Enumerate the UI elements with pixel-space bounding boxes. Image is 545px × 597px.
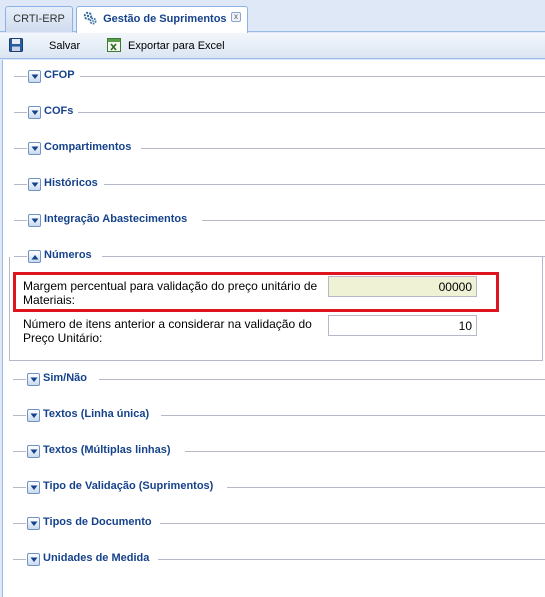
- gear-icon: [83, 10, 97, 25]
- numero-itens-input[interactable]: [328, 315, 477, 336]
- toolbar: Salvar Exportar para Excel: [0, 33, 545, 59]
- expand-toggle[interactable]: [27, 481, 40, 494]
- expand-toggle[interactable]: [28, 178, 41, 191]
- section-unidades-medida: Unidades de Medida: [13, 551, 545, 569]
- tab-gestao-suprimentos[interactable]: Gestão de Suprimentos x: [76, 6, 248, 33]
- section-compartimentos: Compartimentos: [14, 140, 545, 158]
- section-cfop: CFOP: [14, 68, 545, 86]
- section-tipos-documento: Tipos de Documento: [13, 515, 545, 533]
- section-textos-linha-unica: Textos (Linha única): [13, 407, 545, 425]
- save-button[interactable]: Salvar: [9, 38, 80, 54]
- chevron-down-icon: [30, 557, 38, 562]
- export-excel-button[interactable]: Exportar para Excel: [107, 38, 225, 54]
- tab-label: Gestão de Suprimentos: [103, 13, 227, 25]
- chevron-down-icon: [30, 449, 38, 454]
- section-cofs: COFs: [14, 104, 545, 122]
- save-label: Salvar: [49, 40, 81, 52]
- section-sim-nao: Sim/Não: [13, 371, 545, 389]
- section-title: Unidades de Medida: [43, 552, 150, 564]
- expand-toggle[interactable]: [27, 553, 40, 566]
- section-textos-multiplas-linhas: Textos (Múltiplas linhas): [13, 443, 545, 461]
- tab-strip: CRTI-ERP Gestão de Suprimentos x: [0, 0, 545, 33]
- section-historicos: Históricos: [14, 176, 545, 194]
- tab-label: CRTI-ERP: [13, 13, 65, 25]
- section-title: Tipo de Validação (Suprimentos): [43, 480, 214, 492]
- section-title: Textos (Linha única): [43, 408, 150, 420]
- section-title: Compartimentos: [44, 141, 132, 153]
- section-title: Textos (Múltiplas linhas): [43, 444, 171, 456]
- chevron-down-icon: [31, 146, 39, 151]
- section-title: Sim/Não: [43, 372, 88, 384]
- chevron-down-icon: [31, 218, 39, 223]
- section-title: Integração Abastecimentos: [44, 213, 188, 225]
- chevron-down-icon: [30, 485, 38, 490]
- tab-crti-erp[interactable]: CRTI-ERP: [5, 6, 73, 32]
- section-title: Históricos: [44, 177, 98, 189]
- excel-icon: [107, 38, 121, 52]
- expand-toggle[interactable]: [27, 445, 40, 458]
- expand-toggle[interactable]: [27, 409, 40, 422]
- chevron-down-icon: [30, 413, 38, 418]
- section-title: Tipos de Documento: [43, 516, 152, 528]
- section-integracao-abastecimentos: Integração Abastecimentos: [14, 212, 545, 230]
- section-tipo-validacao: Tipo de Validação (Suprimentos): [13, 479, 545, 497]
- close-icon[interactable]: x: [231, 12, 241, 22]
- itens-label: Número de itens anterior a considerar na…: [23, 317, 312, 345]
- chevron-down-icon: [31, 110, 39, 115]
- highlight-box: [13, 272, 499, 312]
- expand-toggle[interactable]: [28, 70, 41, 83]
- chevron-down-icon: [31, 182, 39, 187]
- expand-toggle[interactable]: [28, 142, 41, 155]
- chevron-down-icon: [30, 377, 38, 382]
- floppy-disk-icon: [9, 38, 23, 52]
- expand-toggle[interactable]: [28, 106, 41, 119]
- section-title: CFOP: [44, 69, 75, 81]
- section-title: COFs: [44, 105, 74, 117]
- expand-toggle[interactable]: [27, 517, 40, 530]
- chevron-down-icon: [30, 521, 38, 526]
- expand-toggle[interactable]: [28, 214, 41, 227]
- chevron-down-icon: [31, 74, 39, 79]
- expand-toggle[interactable]: [27, 373, 40, 386]
- export-label: Exportar para Excel: [128, 40, 225, 52]
